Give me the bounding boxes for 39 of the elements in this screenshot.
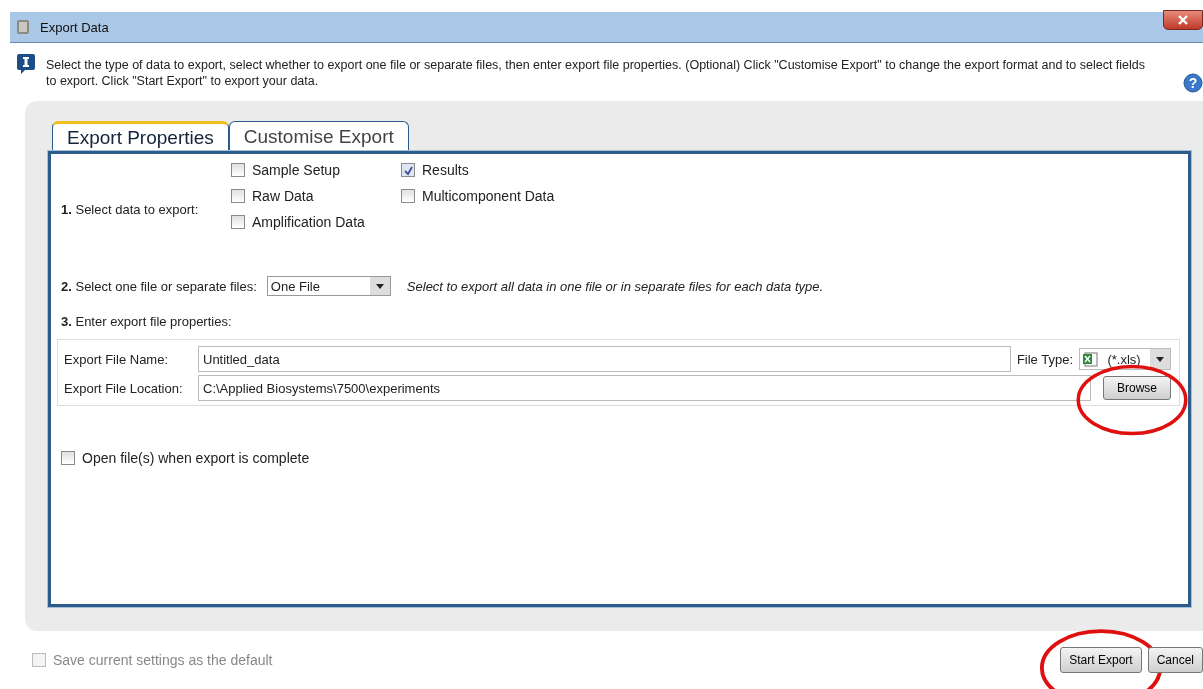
checkbox-label: Amplification Data (252, 214, 365, 230)
checkbox-label: Multicomponent Data (422, 188, 555, 204)
start-export-button[interactable]: Start Export (1060, 647, 1142, 673)
checkbox-label: Raw Data (252, 188, 314, 204)
step-label: 1. Select data to export: (61, 202, 200, 217)
hint-text: Select to export all data in one file or in separate files for each data type. (406, 278, 824, 294)
checkbox-label: Save current settings as the default (53, 652, 273, 668)
checkbox-label: Open file(s) when export is complete (82, 450, 310, 466)
browse-button[interactable]: Browse (1103, 376, 1171, 400)
tab[interactable]: Customise Export (228, 121, 409, 151)
checkbox[interactable] (231, 189, 245, 203)
tab[interactable]: Export Properties (52, 121, 229, 151)
file-name-field[interactable]: Untitled_data (198, 346, 1011, 372)
cancel-button[interactable]: Cancel (1147, 647, 1203, 673)
checkbox[interactable] (401, 163, 415, 177)
checkbox[interactable] (231, 215, 245, 229)
info-icon (16, 53, 36, 75)
checkbox-label: Sample Setup (252, 162, 340, 178)
field-label: Export File Name: (64, 351, 170, 367)
step-label: 2. Select one file or separate files: (61, 278, 257, 294)
checkbox-label: Results (422, 162, 469, 178)
checkbox[interactable] (231, 163, 245, 177)
caret-icon (1156, 356, 1164, 362)
file-type-dropdown[interactable]: (*.xls) (1079, 348, 1171, 370)
step-label: 3. Enter export file properties: (61, 314, 232, 329)
file-mode-dropdown[interactable]: One File (266, 276, 391, 296)
caret-icon (375, 283, 384, 289)
field-label: Export File Location: (64, 380, 184, 396)
close-icon (1178, 15, 1188, 25)
checkbox[interactable] (401, 189, 415, 203)
field-label: File Type: (1016, 351, 1073, 367)
spreadsheet-icon (1082, 351, 1098, 367)
instructions-text: Select the type of data to export, select whether to export one file or separate files, then enter export file properties. (Optional) Click "Customise Export" to change the export format and to select fields to export. Click "Start Export" to export your data. (46, 57, 1146, 89)
window-title: Export Data (40, 19, 109, 35)
app-icon (16, 19, 30, 35)
file-location-field[interactable]: C:\Applied Biosystems\7500\experiments (198, 375, 1091, 401)
checkbox[interactable] (61, 451, 75, 465)
close-button[interactable] (1163, 10, 1203, 30)
help-icon[interactable]: ? (1183, 73, 1203, 93)
